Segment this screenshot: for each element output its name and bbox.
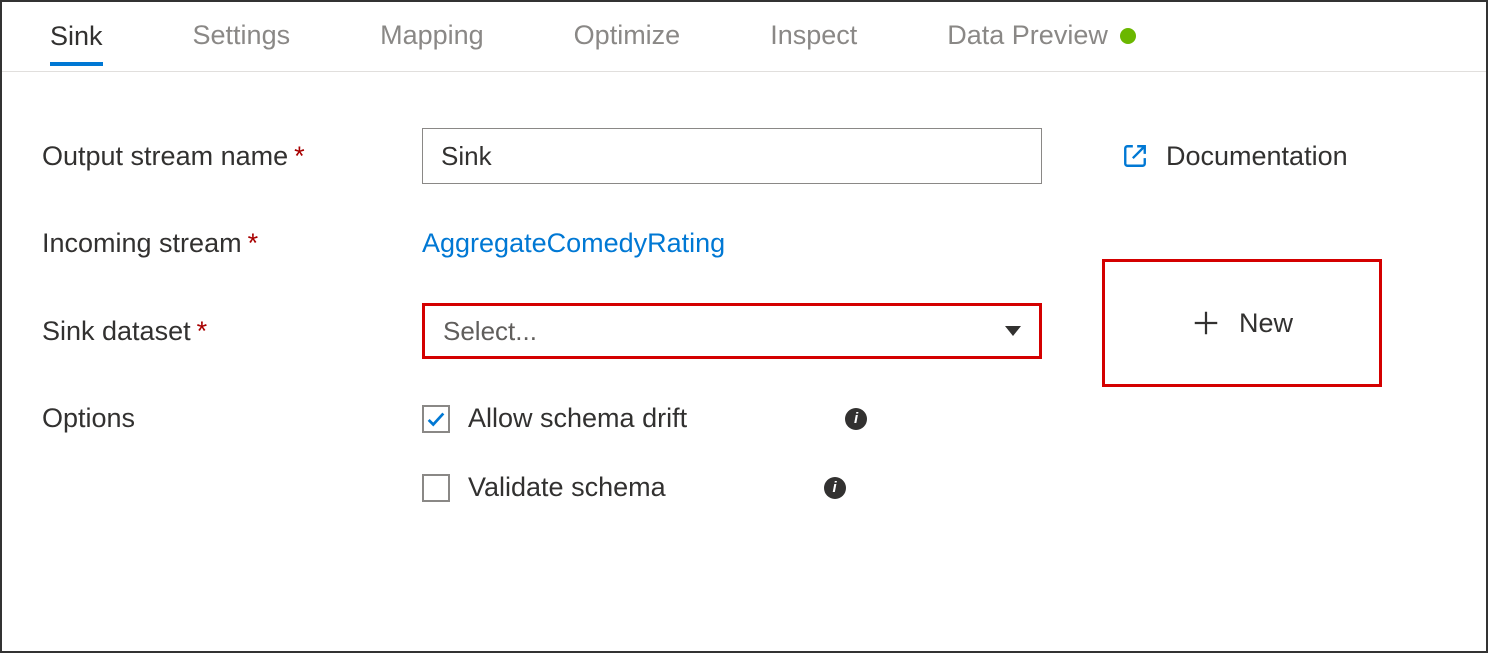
tab-mapping[interactable]: Mapping: [380, 20, 484, 65]
sink-config-panel: Sink Settings Mapping Optimize Inspect D…: [0, 0, 1488, 653]
label-incoming-stream: Incoming stream*: [42, 228, 422, 259]
row-incoming-stream: Incoming stream* AggregateComedyRating: [42, 228, 1446, 259]
label-options: Options: [42, 403, 422, 434]
incoming-stream-value[interactable]: AggregateComedyRating: [422, 228, 725, 258]
documentation-label: Documentation: [1166, 141, 1348, 172]
status-dot-icon: [1120, 28, 1136, 44]
tab-label: Data Preview: [947, 20, 1108, 51]
label-text: Incoming stream: [42, 228, 242, 258]
tab-settings[interactable]: Settings: [193, 20, 291, 65]
field-sink-dataset: Select...: [422, 303, 1062, 359]
validate-schema-label: Validate schema: [468, 472, 666, 503]
tab-sink[interactable]: Sink: [50, 21, 103, 66]
required-asterisk: *: [248, 228, 259, 258]
new-dataset-button[interactable]: New: [1102, 259, 1382, 387]
new-button-label: New: [1239, 308, 1293, 339]
label-output-stream: Output stream name*: [42, 141, 422, 172]
tab-label: Optimize: [574, 20, 681, 51]
tab-label: Settings: [193, 20, 291, 51]
chevron-down-icon: [1005, 326, 1021, 336]
option-allow-schema-drift: Allow schema drift i: [422, 403, 1062, 434]
info-icon[interactable]: i: [824, 477, 846, 499]
label-text: Sink dataset: [42, 316, 191, 346]
tab-label: Sink: [50, 21, 103, 52]
field-output-stream: [422, 128, 1062, 184]
tab-bar: Sink Settings Mapping Optimize Inspect D…: [2, 2, 1486, 72]
row-output-stream: Output stream name* Documentation: [42, 128, 1446, 184]
allow-schema-drift-label: Allow schema drift: [468, 403, 687, 434]
required-asterisk: *: [197, 316, 208, 346]
sink-dataset-select[interactable]: Select...: [422, 303, 1042, 359]
label-sink-dataset: Sink dataset*: [42, 316, 422, 347]
field-incoming-stream: AggregateComedyRating: [422, 228, 1062, 259]
form-area: Output stream name* Documentation Incomi…: [2, 72, 1486, 567]
field-options: Allow schema drift i Validate schema i: [422, 403, 1062, 503]
required-asterisk: *: [294, 141, 305, 171]
tab-inspect[interactable]: Inspect: [770, 20, 857, 65]
output-stream-name-input[interactable]: [422, 128, 1042, 184]
open-external-icon: [1122, 143, 1148, 169]
tab-optimize[interactable]: Optimize: [574, 20, 681, 65]
label-text: Output stream name: [42, 141, 288, 171]
option-validate-schema: Validate schema i: [422, 472, 1062, 503]
select-placeholder: Select...: [443, 316, 537, 347]
info-icon[interactable]: i: [845, 408, 867, 430]
validate-schema-checkbox[interactable]: [422, 474, 450, 502]
tab-label: Inspect: [770, 20, 857, 51]
row-options: Options Allow schema drift i Validate sc…: [42, 403, 1446, 503]
tab-data-preview[interactable]: Data Preview: [947, 20, 1136, 65]
allow-schema-drift-checkbox[interactable]: [422, 405, 450, 433]
plus-icon: [1191, 308, 1221, 338]
tab-label: Mapping: [380, 20, 484, 51]
documentation-link[interactable]: Documentation: [1122, 141, 1348, 172]
label-text: Options: [42, 403, 135, 433]
documentation-link-area: Documentation: [1122, 141, 1348, 172]
